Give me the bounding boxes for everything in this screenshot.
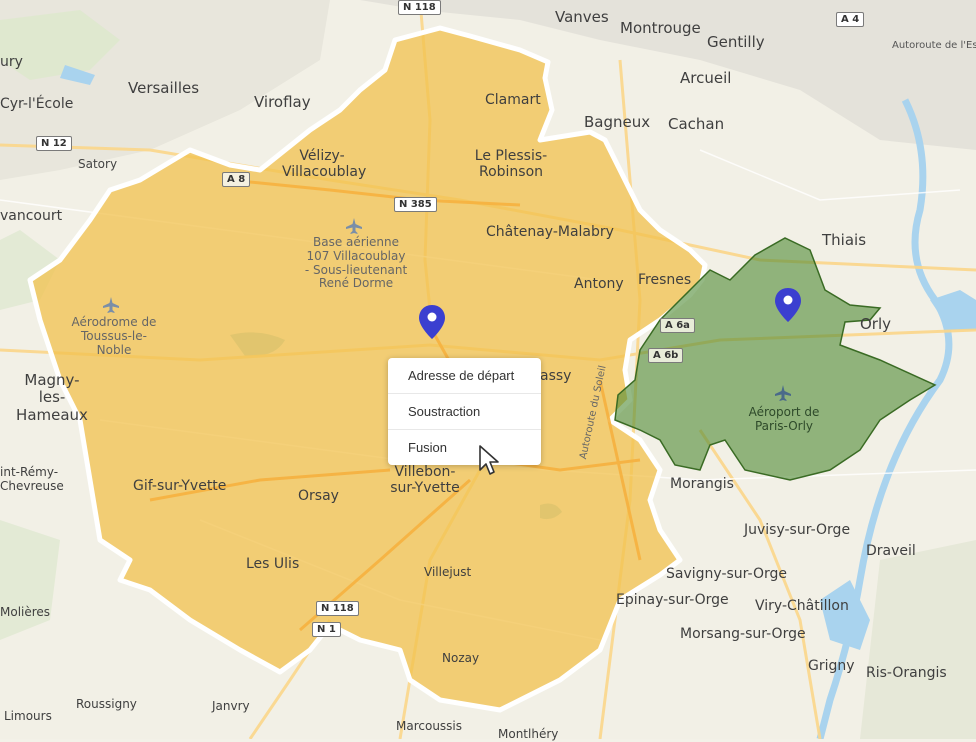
place-label: Morsang-sur-Orge	[680, 626, 806, 642]
place-label: Le Plessis- Robinson	[474, 148, 548, 181]
place-label: Grigny	[808, 658, 855, 674]
place-label: Arcueil	[680, 69, 732, 87]
place-label: Villebon- sur-Yvette	[390, 464, 460, 497]
place-label: Ris-Orangis	[866, 665, 947, 681]
place-label: Nozay	[442, 651, 480, 665]
place-label: int-Rémy- Chevreuse	[0, 465, 64, 493]
place-label: Orly	[860, 315, 892, 333]
place-label: Limours	[4, 709, 52, 723]
place-label: assy	[540, 368, 572, 384]
place-label: Draveil	[866, 543, 916, 559]
place-label: Versailles	[128, 79, 200, 97]
place-label: Thiais	[822, 231, 867, 249]
road-shield: A 4	[836, 12, 865, 27]
place-label: Les Ulis	[246, 556, 300, 572]
place-label: Montrouge	[620, 19, 701, 37]
place-label: Viry-Châtillon	[755, 598, 849, 614]
place-label: Gentilly	[707, 33, 765, 51]
place-label: Châtenay-Malabry	[486, 224, 614, 240]
place-label: Epinay-sur-Orge	[616, 592, 729, 608]
road-shield: N 12	[36, 136, 72, 151]
road-shield: A 6a	[660, 318, 695, 333]
airbase-label: Base aérienne 107 Villacoublay - Sous-li…	[304, 235, 408, 291]
road-name: Autoroute de l'Es	[892, 40, 976, 51]
airport-label: Aéroport de Paris-Orly	[748, 405, 820, 433]
road-shield: N 385	[394, 197, 437, 212]
road-shield: A 6b	[648, 348, 684, 363]
mouse-cursor-icon	[479, 445, 499, 475]
road-shield: N 118	[316, 601, 359, 616]
place-label: ury	[0, 54, 23, 70]
place-label: Montlhéry	[498, 727, 559, 741]
place-label: Satory	[78, 157, 118, 171]
place-label: Fresnes	[638, 272, 692, 288]
place-label: vancourt	[0, 208, 63, 224]
menu-item-subtraction[interactable]: Soustraction	[388, 394, 541, 430]
place-label: Cachan	[668, 115, 725, 133]
place-label: Janvry	[212, 699, 250, 713]
place-label: Bagneux	[584, 113, 651, 131]
place-label: Clamart	[485, 92, 541, 108]
place-label: Vanves	[555, 8, 609, 26]
place-label: Magny-les- Hameaux	[16, 371, 88, 424]
place-label: Orsay	[298, 488, 339, 504]
road-shield: N 118	[398, 0, 441, 15]
menu-item-start-address[interactable]: Adresse de départ	[388, 358, 541, 394]
place-label: Cyr-l'École	[0, 96, 74, 112]
place-label: Juvisy-sur-Orge	[744, 522, 851, 538]
road-shield: A 8	[222, 172, 251, 187]
place-label: Molières	[0, 605, 51, 619]
place-label: Roussigny	[76, 697, 137, 711]
place-label: Vélizy- Villacoublay	[282, 148, 367, 181]
aerodrome-label: Aérodrome de Toussus-le-Noble	[71, 315, 157, 357]
place-label: Viroflay	[254, 93, 311, 111]
place-label: Marcoussis	[396, 719, 463, 733]
menu-item-fusion[interactable]: Fusion	[388, 430, 541, 465]
place-label: Gif-sur-Yvette	[133, 478, 227, 494]
place-label: Antony	[574, 276, 624, 292]
place-label: Villejust	[424, 565, 472, 579]
context-menu: Adresse de départ Soustraction Fusion	[388, 358, 541, 465]
road-shield: N 1	[312, 622, 341, 637]
place-label: Savigny-sur-Orge	[666, 566, 787, 582]
place-label: Morangis	[670, 476, 734, 492]
